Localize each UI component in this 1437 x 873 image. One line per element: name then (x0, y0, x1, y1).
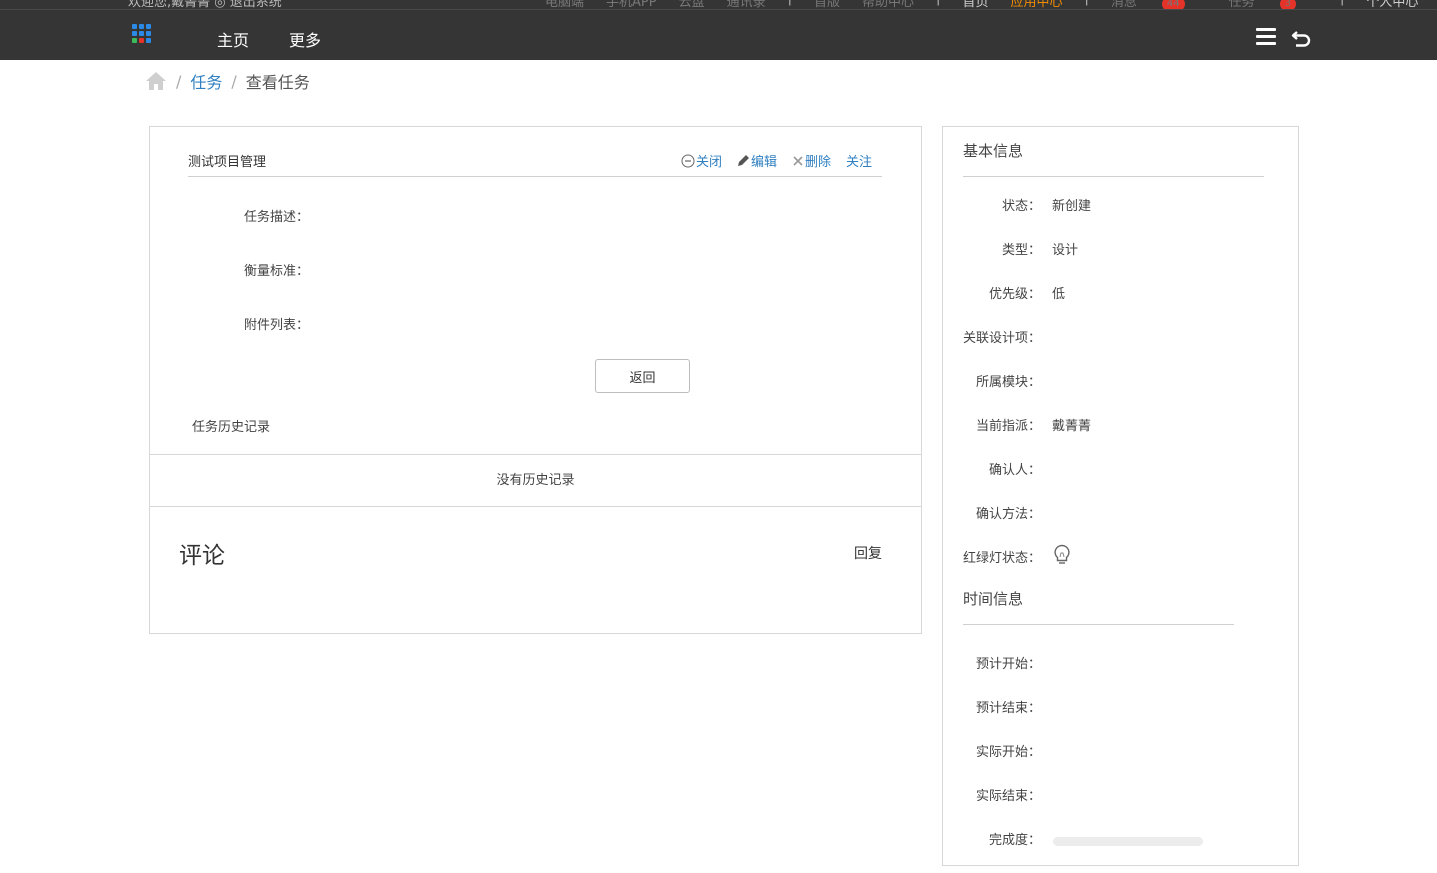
divider: | (788, 0, 792, 9)
plan-end-label: 预计结束： (975, 701, 1041, 716)
progress-bar (1053, 837, 1203, 846)
task-header: 测试项目管理 关闭 编辑 删除 关注 (188, 147, 882, 177)
nav-more[interactable]: 更多 (289, 27, 321, 51)
info-row-actual-end: 实际结束： (943, 785, 1298, 805)
close-x-icon (793, 155, 803, 166)
traffic-light-label: 红绿灯状态： (962, 551, 1041, 566)
priority-label: 优先级： (988, 287, 1041, 302)
divider: | (1084, 0, 1088, 9)
info-row-module: 所属模块： (943, 371, 1298, 391)
messages-label: 消息 (1110, 0, 1137, 10)
utility-link-homepage[interactable]: 首页 (962, 0, 988, 9)
edit-task-button[interactable]: 编辑 (737, 151, 777, 170)
priority-value: 低 (1052, 287, 1066, 302)
divider: | (1340, 0, 1344, 9)
actual-start-label: 实际开始： (975, 745, 1041, 760)
personal-center-link[interactable]: 个人中心 (1366, 0, 1418, 9)
hamburger-menu-icon[interactable] (1256, 28, 1276, 46)
history-title: 任务历史记录 (192, 420, 271, 435)
divider (963, 624, 1234, 625)
type-label: 类型： (1001, 243, 1041, 258)
nav-home[interactable]: 主页 (217, 27, 249, 51)
divider: | (936, 0, 940, 9)
info-row-plan-end: 预计结束： (943, 697, 1298, 717)
description-label: 任务描述： (244, 210, 310, 225)
tasks-link[interactable]: 任务 3 (1228, 0, 1318, 10)
utility-links: 电脑端 手机APP 云盘 通讯录 | 首版 帮助中心 | 首页 应用中心 | 消… (545, 0, 1437, 10)
module-label: 所属模块： (975, 375, 1041, 390)
plan-start-label: 预计开始： (975, 657, 1041, 672)
actual-end-label: 实际结束： (975, 789, 1041, 804)
messages-link[interactable]: 消息 44 (1110, 0, 1207, 10)
utility-link-app-center[interactable]: 应用中心 (1010, 0, 1062, 9)
breadcrumb-tasks-link[interactable]: 任务 (190, 69, 222, 93)
circle-minus-icon (681, 154, 695, 167)
history-empty-message: 没有历史记录 (496, 473, 575, 488)
close-task-label: 关闭 (695, 155, 722, 170)
status-label: 状态： (1001, 199, 1041, 214)
lightbulb-icon (1054, 544, 1070, 564)
status-value: 新创建 (1052, 199, 1092, 214)
utility-link-contacts[interactable]: 通讯录 (727, 0, 766, 9)
info-row-plan-start: 预计开始： (943, 653, 1298, 673)
comment-title: 评论 (179, 543, 225, 569)
task-info-panel: 基本信息 状态： 新创建 类型： 设计 优先级： 低 关联设计项： 所属模块： … (942, 126, 1299, 866)
tasks-label: 任务 (1228, 0, 1255, 10)
tasks-count-badge: 3 (1279, 0, 1296, 9)
breadcrumb: / 任务 / 查看任务 (145, 70, 310, 92)
task-detail-panel: 测试项目管理 关闭 编辑 删除 关注 任务描述： 衡量标准： 附件列表： 返回 … (149, 126, 922, 634)
apps-grid-icon[interactable] (132, 24, 156, 48)
breadcrumb-current: 查看任务 (245, 73, 310, 92)
edit-task-label: 编辑 (750, 155, 777, 170)
delete-task-button[interactable]: 删除 (792, 151, 831, 170)
criteria-label: 衡量标准： (244, 264, 310, 279)
attachments-label: 附件列表： (244, 318, 310, 333)
confirmer-label: 确认人： (988, 463, 1041, 478)
task-actions: 关闭 编辑 删除 关注 (666, 151, 872, 170)
info-row-status: 状态： 新创建 (943, 195, 1298, 215)
home-icon[interactable] (145, 71, 167, 91)
utility-link-desktop[interactable]: 电脑端 (545, 0, 584, 9)
time-info-title: 时间信息 (963, 590, 1024, 608)
welcome-text: 欢迎您,戴菁菁 ◎ 退出系统 (128, 0, 282, 10)
top-navigation-bar: 欢迎您,戴菁菁 ◎ 退出系统 电脑端 手机APP 云盘 通讯录 | 首版 帮助中… (0, 0, 1437, 60)
breadcrumb-separator: / (176, 71, 182, 91)
assignee-value: 戴菁菁 (1052, 419, 1092, 434)
history-list: 没有历史记录 (150, 454, 921, 507)
info-row-priority: 优先级： 低 (943, 283, 1298, 303)
back-arrow-icon[interactable] (1291, 26, 1311, 48)
project-name: 测试项目管理 (188, 155, 267, 170)
info-row-progress: 完成度： (943, 829, 1298, 849)
close-task-button[interactable]: 关闭 (681, 151, 722, 170)
info-row-confirm-method: 确认方法： (943, 503, 1298, 523)
return-button[interactable]: 返回 (595, 359, 690, 393)
pencil-icon (737, 155, 749, 166)
assignee-label: 当前指派： (975, 419, 1041, 434)
info-row-design: 关联设计项： (943, 327, 1298, 347)
utility-link-app[interactable]: 手机APP (606, 0, 657, 9)
utility-link-help[interactable]: 帮助中心 (862, 0, 914, 9)
info-row-type: 类型： 设计 (943, 239, 1298, 259)
progress-label: 完成度： (988, 833, 1041, 848)
follow-task-button[interactable]: 关注 (846, 151, 872, 170)
utility-link-version[interactable]: 首版 (814, 0, 840, 9)
confirm-method-label: 确认方法： (975, 507, 1041, 522)
basic-info-title: 基本信息 (963, 142, 1024, 160)
breadcrumb-separator: / (231, 71, 237, 91)
delete-task-label: 删除 (804, 155, 831, 170)
messages-count-badge: 44 (1161, 0, 1185, 9)
utility-link-cloud[interactable]: 云盘 (679, 0, 705, 9)
divider (963, 176, 1264, 177)
reply-button[interactable]: 回复 (854, 543, 882, 563)
top-utility-strip: 欢迎您,戴菁菁 ◎ 退出系统 电脑端 手机APP 云盘 通讯录 | 首版 帮助中… (0, 0, 1437, 10)
design-label: 关联设计项： (962, 331, 1041, 346)
info-row-actual-start: 实际开始： (943, 741, 1298, 761)
info-row-traffic-light: 红绿灯状态： (943, 544, 1298, 567)
info-row-assignee: 当前指派： 戴菁菁 (943, 415, 1298, 435)
type-value: 设计 (1052, 243, 1079, 258)
info-row-confirmer: 确认人： (943, 459, 1298, 479)
